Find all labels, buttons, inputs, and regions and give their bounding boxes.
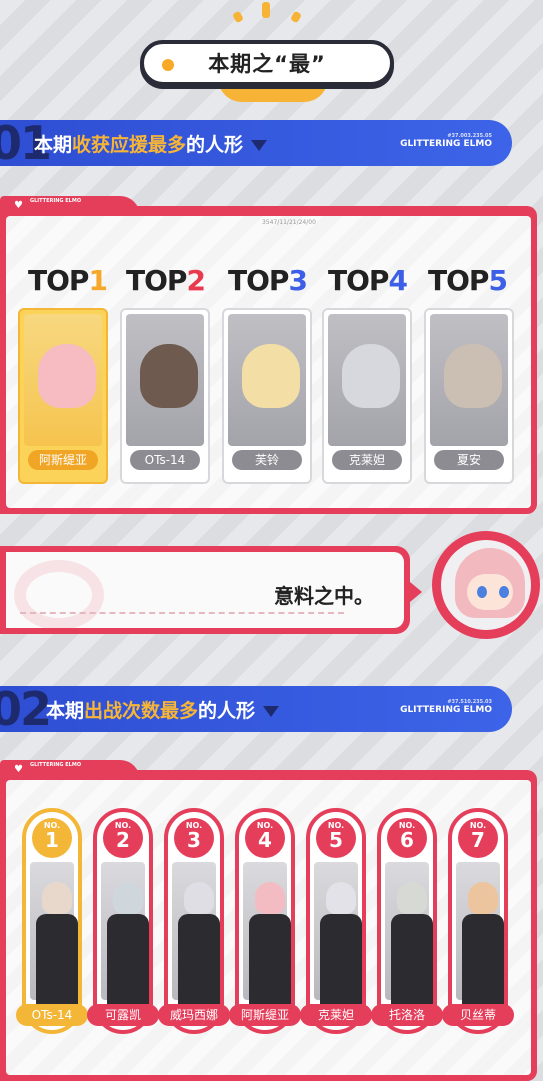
brand-code: #37.510.235.03 [447,699,492,705]
bubble-pointer [410,582,422,602]
panel-brand: GLITTERING ELMO [30,762,82,768]
character-name: 可露凯 [87,1004,159,1026]
character-portrait [314,862,362,1004]
character-portrait [328,314,406,446]
character-portrait [456,862,504,1004]
rank-badge: NO. 1 [32,818,72,858]
character-portrait [385,862,433,1004]
top-label: TOP1 [28,264,108,297]
top-card-4[interactable]: 克莱妲 [322,308,412,484]
character-name: 克莱妲 [300,1004,372,1026]
sun-ray [262,2,270,18]
rank-badge: NO. 2 [103,818,143,858]
rank-card-5[interactable]: NO. 5 克莱妲 [300,808,372,1034]
rank-badge: NO. 6 [387,818,427,858]
top-card-2[interactable]: OTs-14 [120,308,210,484]
title-suffix: 的人形 [198,699,256,722]
rank-card-7[interactable]: NO. 7 贝丝蒂 [442,808,514,1034]
character-portrait [101,862,149,1004]
title-highlight: 收获应援最多 [72,133,187,156]
top-card-1[interactable]: 阿斯缇亚 [18,308,108,484]
top-label: TOP5 [428,264,508,297]
character-portrait [172,862,220,1004]
panel-tab: ♥ GLITTERING ELMO [0,760,140,780]
heart-icon: ♥ [14,200,23,211]
rank-badge: NO. 7 [458,818,498,858]
comment-bubble: 意料之中。 [0,546,422,634]
rank-badge: NO. 5 [316,818,356,858]
rank-badge: NO. 3 [174,818,214,858]
dashed-divider [20,612,344,614]
top-card-5[interactable]: 夏安 [424,308,514,484]
character-portrait [243,862,291,1004]
section-brand: #37.003.235.05 GLITTERING ELMO [400,133,492,149]
heart-icon: ♥ [14,764,23,775]
rank-card-6[interactable]: NO. 6 托洛洛 [371,808,443,1034]
character-name: 阿斯缇亚 [229,1004,301,1026]
triangle-down-icon [251,139,268,151]
section-brand: #37.510.235.03 GLITTERING ELMO [400,699,492,715]
character-portrait [24,314,102,446]
top-label: TOP4 [328,264,408,297]
top-label: TOP3 [228,264,308,297]
character-portrait [30,862,78,1004]
character-portrait [430,314,508,446]
character-name: 阿斯缇亚 [28,450,98,470]
comment-text: 意料之中。 [274,584,374,608]
section-2-title: 本期出战次数最多的人形 [46,696,280,723]
triangle-down-icon [263,705,280,717]
panel-brand: GLITTERING ELMO [30,198,82,204]
character-name: 芙铃 [232,450,302,470]
rank-card-2[interactable]: NO. 2 可露凯 [87,808,159,1034]
character-portrait [126,314,204,446]
brand-text: GLITTERING ELMO [400,138,492,149]
top-ranking-panel: ♥ GLITTERING ELMO 3547/11/21/24/00 TOP1 … [0,196,537,514]
section-1-header: 01 本期收获应援最多的人形 #37.003.235.05 GLITTERING… [0,116,512,170]
brand-code: #37.003.235.05 [447,133,492,139]
title-highlight: 出战次数最多 [84,699,199,722]
title-prefix: 本期 [34,133,73,156]
character-name: 托洛洛 [371,1004,443,1026]
brand-text: GLITTERING ELMO [400,704,492,715]
search-decoration-icon [14,560,104,630]
rank-card-3[interactable]: NO. 3 威玛西娜 [158,808,230,1034]
panel-inner: 3547/11/21/24/00 TOP1 TOP2 TOP3 TOP4 TOP… [6,216,531,508]
character-name: OTs-14 [16,1004,88,1026]
top-card-3[interactable]: 芙铃 [222,308,312,484]
title-prefix: 本期 [46,699,85,722]
rank-card-4[interactable]: NO. 4 阿斯缇亚 [229,808,301,1034]
character-name: 克莱妲 [332,450,402,470]
section-1-title: 本期收获应援最多的人形 [34,130,268,157]
character-name: 夏安 [434,450,504,470]
bubble-inner: 意料之中。 [6,552,404,630]
commenter-avatar [432,531,540,639]
character-portrait [228,314,306,446]
character-name: OTs-14 [130,450,200,470]
panel-date: 3547/11/21/24/00 [262,219,316,226]
section-number: 02 [0,682,52,736]
character-name: 威玛西娜 [158,1004,230,1026]
top-label: TOP2 [126,264,206,297]
character-name: 贝丝蒂 [442,1004,514,1026]
rank-badge: NO. 4 [245,818,285,858]
rank-card-1[interactable]: NO. 1 OTs-14 [16,808,88,1034]
section-2-header: 02 本期出战次数最多的人形 #37.510.235.03 GLITTERING… [0,682,512,736]
bullet-dot-icon [162,59,174,71]
page-title: 本期之“最” [208,52,326,76]
panel-tab: ♥ GLITTERING ELMO [0,196,140,216]
title-suffix: 的人形 [186,133,244,156]
page-title-banner: 本期之“最” [140,40,394,86]
